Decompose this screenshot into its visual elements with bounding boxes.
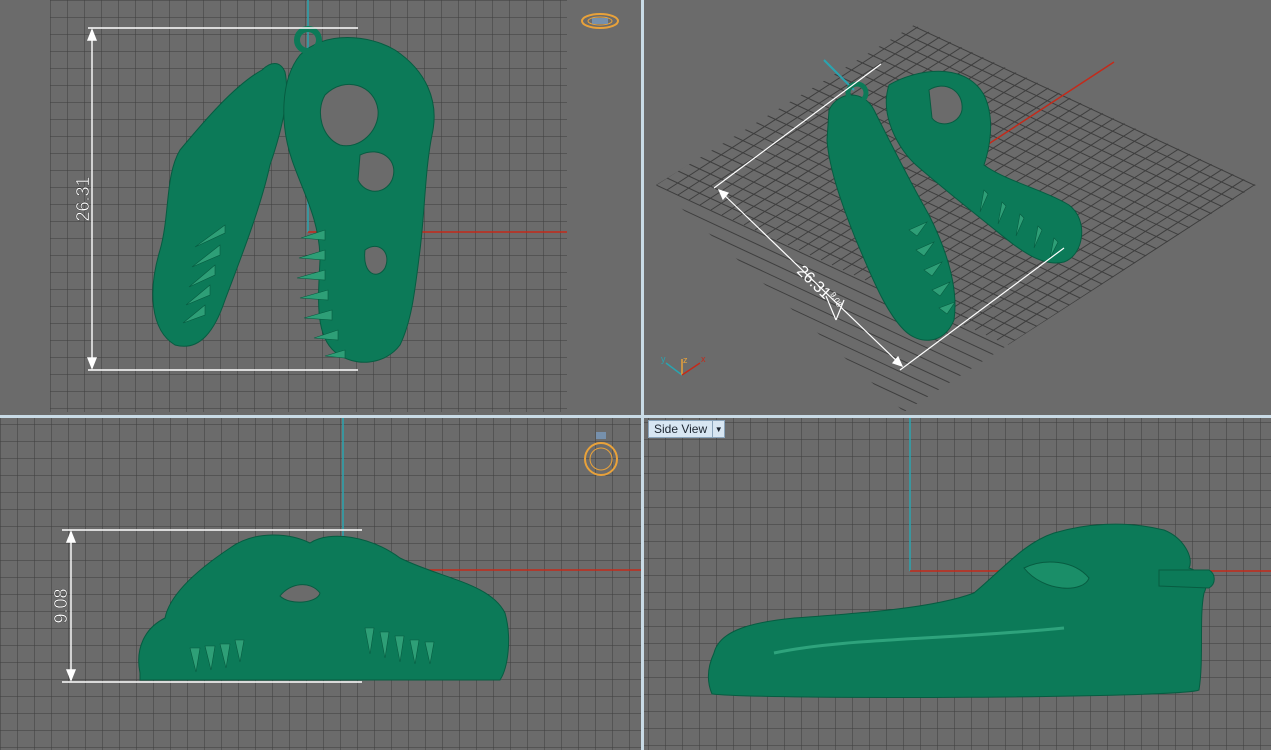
viewport-top-canvas: 26.31 [50, 0, 619, 412]
axis-tripod-icon: y z x [661, 354, 706, 376]
skull-model[interactable] [826, 70, 1083, 341]
pendant-loop [1158, 569, 1215, 589]
viewport-side-canvas [644, 418, 1271, 750]
viewport-label-text[interactable]: Side View [649, 421, 712, 437]
viewport-separator-horizontal[interactable] [0, 415, 1271, 418]
viewport-perspective-canvas: 26.31 9.08 y z x [656, 25, 1256, 412]
dimension-length-label: 26.31 [793, 263, 834, 303]
viewport-side[interactable]: Side View ▼ [644, 418, 1271, 750]
svg-text:x: x [701, 354, 706, 364]
viewport-label[interactable]: Side View ▼ [648, 420, 726, 438]
viewport-front[interactable]: 9.08 [0, 418, 641, 750]
viewport-separator-vertical[interactable] [641, 0, 644, 750]
dimension-height-label: 26.31 [73, 176, 93, 221]
viewport-top[interactable]: 26.31 [0, 0, 641, 415]
view-cube-icon[interactable] [581, 13, 619, 29]
triangle-down-icon[interactable]: ▼ [712, 421, 724, 437]
svg-text:y: y [661, 354, 666, 364]
svg-text:z: z [683, 355, 688, 365]
viewport-perspective[interactable]: 26.31 9.08 y z x [644, 0, 1271, 415]
viewport-front-canvas: 9.08 [0, 418, 641, 750]
dimension-height-label: 9.08 [51, 588, 71, 623]
